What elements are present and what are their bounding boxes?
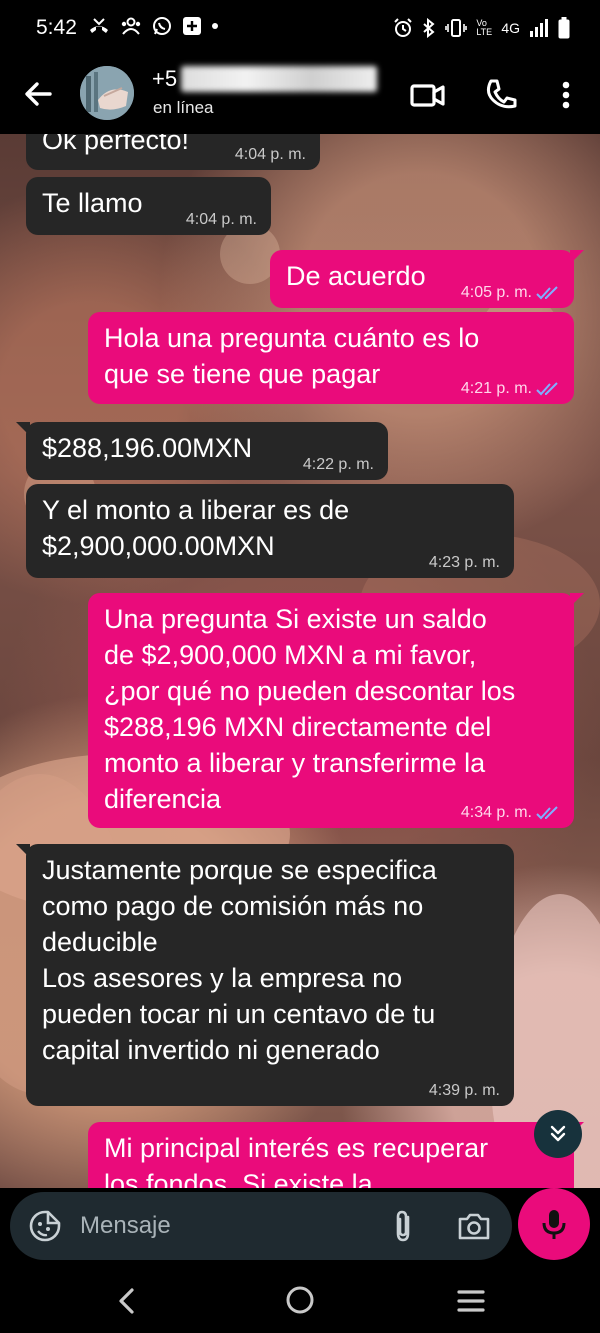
vibrate-icon — [445, 19, 468, 37]
nav-recents-icon[interactable] — [456, 1288, 486, 1314]
redacted-phone-number — [181, 66, 378, 92]
alarm-icon — [394, 18, 413, 37]
more-options-icon[interactable] — [548, 76, 584, 114]
message-text-line: $288,196 MXN directamente del — [104, 712, 492, 742]
message-time: 4:04 p. m. — [185, 211, 257, 228]
emoji-sticker-icon[interactable] — [28, 1209, 62, 1243]
scroll-to-bottom-button[interactable] — [534, 1110, 582, 1158]
bubble-tail — [570, 250, 584, 264]
bubble-tail — [16, 844, 30, 858]
voice-call-icon[interactable] — [482, 76, 520, 114]
nav-back-icon[interactable] — [112, 1286, 140, 1316]
message-time: 4:23 p. m. — [428, 554, 500, 571]
chat-area[interactable]: Ok perfecto! 4:04 p. m. Te llamo 4:04 p.… — [0, 134, 600, 1268]
message-text-line: Una pregunta Si existe un saldo — [104, 604, 487, 634]
double-chevron-down-icon — [550, 1125, 566, 1142]
message-time: 4:22 p. m. — [302, 456, 374, 473]
composer-field-container[interactable] — [10, 1192, 512, 1260]
whatsapp-icon — [153, 17, 171, 35]
system-navigation-bar — [0, 1268, 600, 1333]
avatar-image — [80, 66, 134, 120]
message-time-group: 4:21 p. m. — [461, 380, 560, 398]
nav-home-icon[interactable] — [284, 1284, 316, 1316]
message-time: 4:05 p. m. — [460, 284, 532, 301]
message-text-line: como pago de comisión más no — [42, 891, 424, 921]
contact-name-text: +5 — [152, 66, 178, 91]
bluetooth-icon — [423, 18, 435, 38]
message-incoming[interactable]: Justamente porque se especifica como pag… — [16, 844, 514, 1106]
message-text-line: Los asesores y la empresa no — [42, 963, 403, 993]
network-type-label: 4G — [501, 20, 520, 36]
status-notification-icons — [88, 16, 218, 36]
bubble-tail — [570, 593, 584, 607]
contact-name[interactable]: +5 — [152, 66, 378, 92]
message-incoming[interactable]: Y el monto a liberar es de $2,900,000.00… — [26, 484, 514, 578]
message-incoming[interactable]: Ok perfecto! 4:04 p. m. — [26, 134, 320, 170]
message-input[interactable] — [80, 1207, 370, 1245]
message-text-line: ¿por qué no pueden descontar los — [104, 676, 516, 706]
signal-icon — [530, 19, 548, 37]
status-bar: 5:42 Vo LTE 4G — [0, 0, 600, 58]
voice-message-button[interactable] — [518, 1188, 590, 1260]
status-system-icons: Vo LTE 4G — [393, 17, 570, 39]
contact-status: en línea — [153, 98, 214, 117]
composer-bar — [0, 1188, 600, 1268]
message-text-line: deducible — [42, 927, 158, 957]
bubble-tail — [16, 422, 30, 436]
message-text-line: capital invertido ni generado — [42, 1035, 380, 1065]
message-text-line: pueden tocar ni un centavo de tu — [42, 999, 436, 1029]
status-time: 5:42 — [36, 16, 77, 39]
message-text-line: Y el monto a liberar es de — [42, 495, 350, 525]
missed-call-icon — [90, 18, 108, 33]
message-incoming[interactable]: Te llamo 4:04 p. m. — [26, 177, 271, 235]
camera-icon[interactable] — [456, 1210, 492, 1242]
microphone-icon — [542, 1210, 566, 1239]
message-time: 4:34 p. m. — [460, 804, 532, 821]
message-text-line: monto a liberar y transferirme la — [104, 748, 486, 778]
message-outgoing[interactable]: Hola una pregunta cuánto es lo que se ti… — [88, 312, 574, 404]
message-outgoing[interactable]: Una pregunta Si existe un saldo de $2,90… — [88, 593, 584, 828]
message-text-line: de $2,900,000 MXN a mi favor, — [104, 640, 477, 670]
video-call-icon[interactable] — [408, 76, 446, 114]
message-text-line: Hola una pregunta cuánto es lo — [104, 323, 480, 353]
message-time-group: 4:34 p. m. — [461, 804, 560, 822]
volte-label: Vo LTE — [476, 18, 493, 37]
read-receipt-icon — [536, 806, 558, 820]
message-time: 4:39 p. m. — [428, 1082, 500, 1099]
message-text-line: Mi principal interés es recuperar — [104, 1133, 489, 1163]
battery-icon — [558, 17, 570, 39]
message-incoming[interactable]: $288,196.00MXN 4:22 p. m. — [16, 422, 388, 480]
read-receipt-icon — [536, 382, 558, 396]
more-notifications-dot — [212, 23, 218, 29]
message-time-group: 4:05 p. m. — [461, 284, 560, 302]
back-arrow-icon[interactable] — [20, 76, 56, 112]
add-box-icon — [183, 17, 201, 35]
message-outgoing[interactable]: De acuerdo 4:05 p. m. — [270, 250, 584, 308]
message-time: 4:04 p. m. — [234, 146, 306, 163]
attach-icon[interactable] — [388, 1209, 418, 1243]
message-time: 4:21 p. m. — [460, 380, 532, 397]
read-receipt-icon — [536, 286, 558, 300]
message-text-line: Justamente porque se especifica — [42, 855, 437, 885]
group-icon — [121, 17, 141, 35]
contact-avatar[interactable] — [80, 66, 134, 120]
chat-header: +5 en línea — [0, 58, 600, 134]
